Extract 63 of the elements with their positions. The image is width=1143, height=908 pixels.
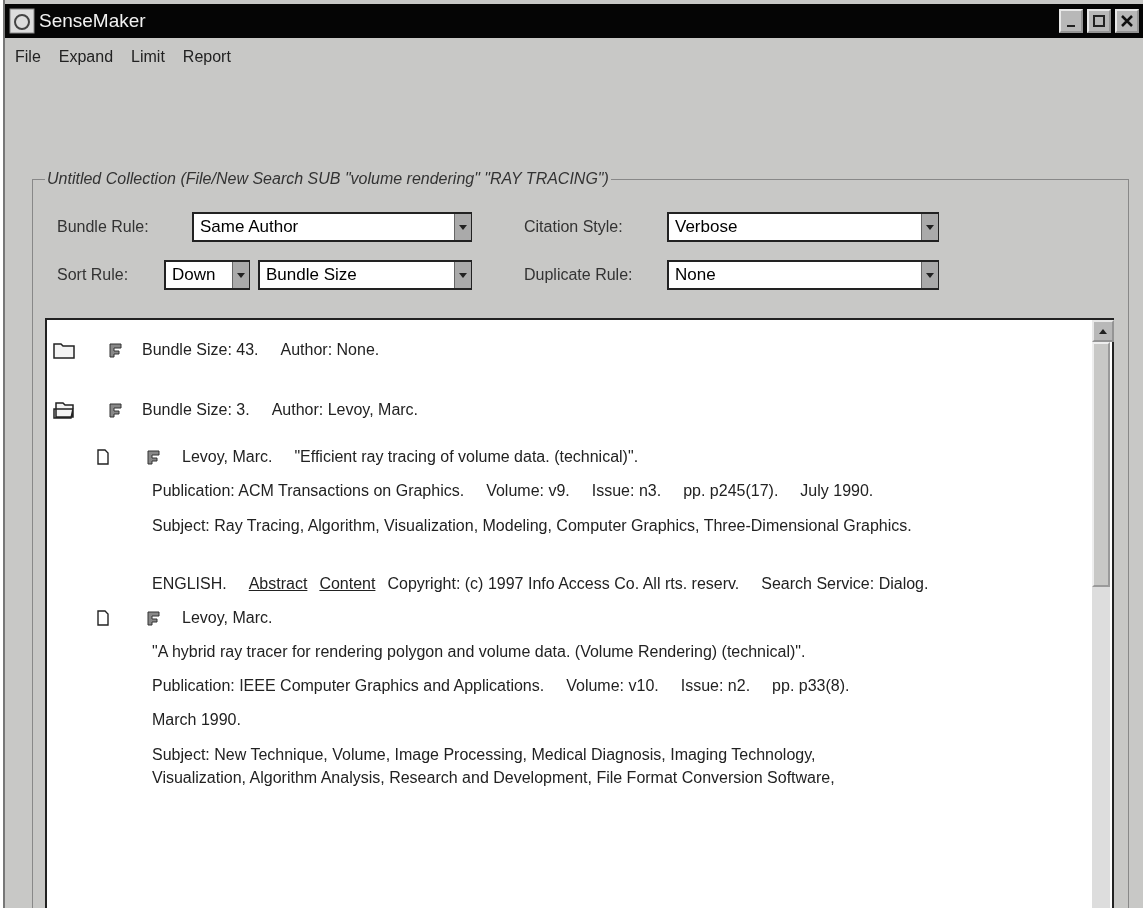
dropdown-arrow-icon xyxy=(459,272,467,278)
bundle-heading: Author: None. xyxy=(280,341,380,359)
minimize-button[interactable] xyxy=(1059,9,1083,33)
text: Copyright: (c) 1997 Info Access Co. All rts. reserv. xyxy=(387,575,740,593)
bundle-heading: Author: Levoy, Marc. xyxy=(271,401,419,419)
text: March 1990. xyxy=(152,711,241,729)
link[interactable]: Content xyxy=(319,575,376,593)
field-label: Citation Style: xyxy=(524,218,623,236)
record-heading: "Efficient ray tracing of volume data. (technical)". xyxy=(294,448,639,466)
text: Issue: n2. xyxy=(680,677,751,695)
menu-item[interactable]: Limit xyxy=(131,48,165,66)
subject-text: Subject: New Technique, Volume, Image Processing, Medical Diagnosis, Imaging Technology, Visualization, Algorithm Analysis, Research and Development, File Format Conversion Software, xyxy=(152,745,836,788)
dropdown-arrow-icon xyxy=(926,224,934,230)
flag-icon[interactable] xyxy=(109,342,122,358)
dropdown-arrow-icon xyxy=(237,272,245,278)
folder-icon[interactable] xyxy=(53,341,75,359)
document-icon[interactable] xyxy=(97,449,109,465)
flag-icon[interactable] xyxy=(147,449,160,465)
up-arrow-icon xyxy=(1099,328,1107,334)
text: "A hybrid ray tracer for rendering polygon and volume data. (Volume Rendering) (technical)". xyxy=(152,643,806,661)
record-heading: Levoy, Marc. xyxy=(182,448,273,466)
dropdown[interactable]: Bundle Size xyxy=(258,260,472,290)
scroll-up-button[interactable] xyxy=(1092,320,1114,342)
document-icon[interactable] xyxy=(97,610,109,626)
minimize-icon xyxy=(1067,25,1075,27)
dropdown-arrow-icon xyxy=(459,224,467,230)
text: Volume: v10. xyxy=(566,677,659,695)
text: Volume: v9. xyxy=(486,482,570,500)
dropdown[interactable]: Down xyxy=(164,260,250,290)
scroll-thumb[interactable] xyxy=(1092,342,1110,587)
maximize-button[interactable] xyxy=(1087,9,1111,33)
text: Publication: IEEE Computer Graphics and Applications. xyxy=(152,677,545,695)
subject-text: Subject: Ray Tracing, Algorithm, Visualization, Modeling, Computer Graphics, Three-Dimensional Graphics. xyxy=(152,516,913,536)
dropdown[interactable]: None xyxy=(667,260,939,290)
close-icon xyxy=(1121,15,1133,27)
maximize-icon xyxy=(1093,15,1105,27)
flag-icon[interactable] xyxy=(147,610,160,626)
bundle-heading: Bundle Size: 43. xyxy=(142,341,259,359)
menu-item[interactable]: File xyxy=(15,48,41,66)
field-label: Bundle Rule: xyxy=(57,218,149,236)
bundle-heading: Bundle Size: 3. xyxy=(142,401,250,419)
menu-item[interactable]: Expand xyxy=(58,48,114,66)
field-label: Sort Rule: xyxy=(57,266,129,284)
text: pp. p245(17). xyxy=(683,482,779,500)
text: ENGLISH. xyxy=(152,575,227,593)
field-label: Duplicate Rule: xyxy=(524,266,633,284)
text: Publication: ACM Transactions on Graphics. xyxy=(152,482,465,500)
app-icon xyxy=(9,8,35,34)
record-heading: Levoy, Marc. xyxy=(182,609,273,627)
dropdown-arrow-icon xyxy=(926,272,934,278)
open-folder-icon[interactable] xyxy=(53,401,77,419)
text: July 1990. xyxy=(800,482,874,500)
text: pp. p33(8). xyxy=(772,677,850,695)
window-title: SenseMaker xyxy=(39,10,146,32)
dropdown[interactable]: Same Author xyxy=(192,212,472,242)
collection-title: Untitled Collection (File/New Search SUB "volume rendering" "RAY TRACING") xyxy=(46,170,610,188)
close-button[interactable] xyxy=(1115,9,1139,33)
menu-item[interactable]: Report xyxy=(182,48,231,66)
text: Issue: n3. xyxy=(591,482,662,500)
dropdown[interactable]: Verbose xyxy=(667,212,939,242)
text: Search Service: Dialog. xyxy=(761,575,929,593)
flag-icon[interactable] xyxy=(109,402,122,418)
link[interactable]: Abstract xyxy=(248,575,308,593)
